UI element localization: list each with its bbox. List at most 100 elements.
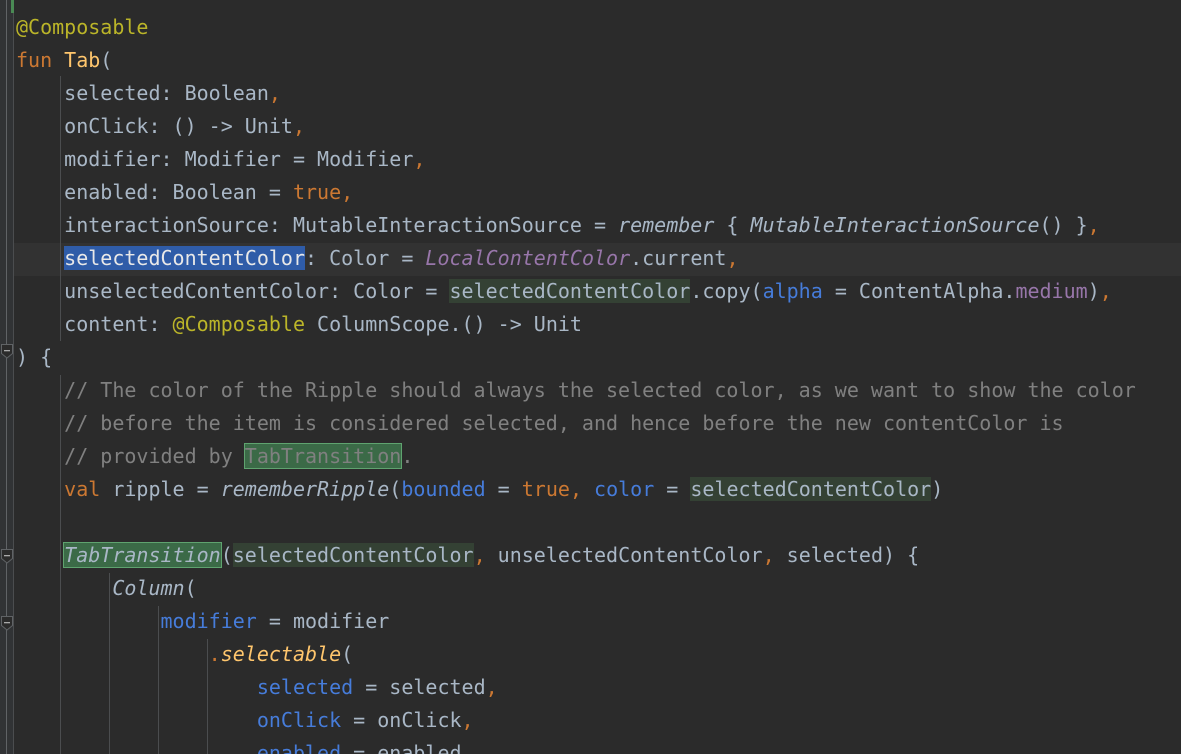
selected-text-selectedcontentcolor[interactable]: selectedContentColor [64,246,305,270]
keyword-val: val [64,477,101,501]
type-columnscope: ColumnScope.() -> Unit [305,312,582,336]
symbol-tabtransition[interactable]: TabTransition [64,543,221,567]
paren: ( [341,642,354,666]
literal-true: true [521,477,570,501]
prop-current: .current [630,246,727,270]
param-unselectedcontentcolor: unselectedContentColor: Color = [16,279,450,303]
paren: ( [220,543,233,567]
dot: . [208,642,221,666]
usage-selectedcontentcolor[interactable]: selectedContentColor [232,543,474,567]
gutter-separator [13,0,14,754]
param-modifier: modifier: Modifier = Modifier [16,147,414,171]
code-line[interactable]: val ripple = rememberRipple(bounded = tr… [16,473,943,506]
comma: , [762,543,775,567]
comma: , [292,114,305,138]
value-onclick: = onClick [341,708,462,732]
code-line[interactable]: fun Tab( [16,44,112,77]
comment-line-2: // before the item is considered selecte… [16,411,1064,435]
code-line[interactable]: // The color of the Ripple should always… [16,374,1136,407]
value-selected: = selected [353,675,486,699]
code-line[interactable]: onClick: () -> Unit, [16,110,305,143]
equals: = [485,477,522,501]
fold-region-spine [6,628,7,754]
fold-marker-collapse-icon[interactable] [0,616,14,631]
param-enabled: enabled: Boolean = [16,180,293,204]
code-line[interactable]: // before the item is considered selecte… [16,407,1064,440]
param-content: content: [16,312,173,336]
annotation-composable: @Composable [172,312,305,336]
fold-region-spine [6,0,7,351]
blank [16,510,28,534]
code-line[interactable]: interactionSource: MutableInteractionSou… [16,209,1100,242]
code-line[interactable]: ) { [16,341,52,374]
code-line[interactable]: selected: Boolean, [16,77,281,110]
code-line[interactable]: @Composable [16,11,148,44]
comma: , [461,708,474,732]
usage-selectedcontentcolor[interactable]: selectedContentColor [690,477,932,501]
symbol-tabtransition[interactable]: TabTransition [244,444,402,468]
code-line[interactable]: unselectedContentColor: Color = selected… [16,275,1112,308]
code-line[interactable]: // provided by TabTransition. [16,440,413,473]
call-column: Column [112,576,185,600]
call-rememberripple: rememberRipple [220,477,390,501]
code-line[interactable]: .selectable( [16,638,354,671]
named-arg-bounded: bounded [401,477,486,501]
var-ripple: ripple = [100,477,221,501]
brace: { [714,213,751,237]
paren: ( [389,477,402,501]
arg-selected: selected) { [774,543,920,567]
code-line[interactable]: TabTransition(selectedContentColor, unse… [16,539,919,572]
fold-region-spine [6,561,7,621]
arg-unselectedcontentcolor: unselectedContentColor [485,543,763,567]
value-modifier: = modifier [256,609,390,633]
comma: , [485,675,498,699]
code-line-blank[interactable] [16,506,28,539]
code-line[interactable]: Column( [16,572,197,605]
code-line[interactable]: onClick = onClick, [16,704,474,737]
named-arg-alpha: alpha [762,279,823,303]
param-onclick: onClick: () -> Unit [16,114,293,138]
type-color: : Color = [305,246,426,270]
comment-line-3: // provided by [16,444,245,468]
comma: , [413,147,426,171]
keyword-fun: fun [16,48,53,72]
call-mutableinteractionsource: MutableInteractionSource [750,213,1040,237]
editor-gutter[interactable] [0,0,14,754]
call-remember: remember [618,213,715,237]
close-paren-brace: ) { [16,345,53,369]
comment-period: . [401,444,414,468]
usage-selectedcontentcolor[interactable]: selectedContentColor [449,279,691,303]
code-line[interactable]: enabled = enabled, [16,737,474,754]
fold-marker-collapse-icon[interactable] [0,344,14,359]
comma: , [569,477,582,501]
comma: , [1099,279,1112,303]
named-arg-enabled: enabled [256,741,342,754]
code-line[interactable]: modifier: Modifier = Modifier, [16,143,425,176]
annotation-composable: @Composable [16,15,149,39]
comma: , [341,180,354,204]
paren: ) [1087,279,1100,303]
comma: , [726,246,739,270]
vcs-added-change-marker[interactable] [11,0,14,13]
comment-line-1: // The color of the Ripple should always… [16,378,1136,402]
code-line[interactable]: enabled: Boolean = true, [16,176,353,209]
code-line[interactable]: modifier = modifier [16,605,390,638]
fold-marker-collapse-icon[interactable] [0,549,14,564]
paren: ( [184,576,197,600]
equals: = [654,477,691,501]
equals: = ContentAlpha. [822,279,1016,303]
code-line-current[interactable]: selectedContentColor: Color = LocalConte… [16,242,739,275]
code-line[interactable]: content: @Composable ColumnScope.() -> U… [16,308,582,341]
value-enabled: = enabled [341,741,462,754]
code-editor[interactable]: @Composable fun Tab( selected: Boolean, … [0,0,1181,754]
code-line[interactable]: selected = selected, [16,671,498,704]
function-name-tab: Tab [64,48,101,72]
